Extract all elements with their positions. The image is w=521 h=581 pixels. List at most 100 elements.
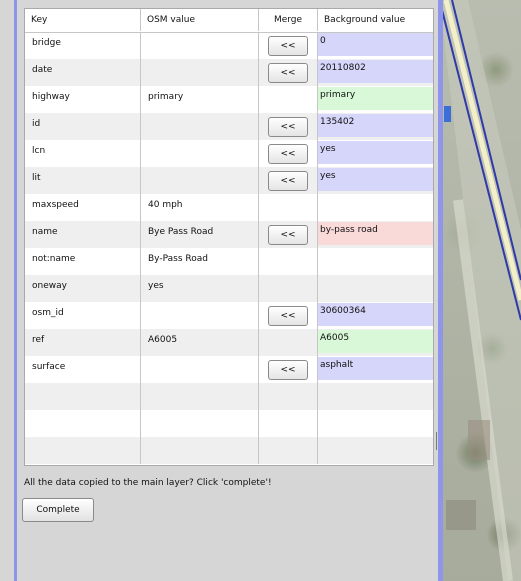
empty-cell [25, 410, 141, 437]
status-message: All the data copied to the main layer? C… [24, 478, 272, 488]
merge-button[interactable]: << [268, 171, 308, 191]
tag-merge-table: Key OSM value Merge Background value bri… [24, 8, 434, 466]
table-row: oneway yes [25, 275, 433, 302]
key-text: surface [32, 362, 66, 372]
key-cell[interactable]: ref [25, 329, 141, 356]
empty-cell [259, 410, 318, 437]
merge-cell: << [259, 140, 318, 167]
osm-value-cell[interactable]: Bye Pass Road [141, 221, 259, 248]
osm-value-text: yes [148, 281, 164, 291]
empty-cell [318, 437, 433, 464]
osm-value-cell[interactable] [141, 32, 259, 59]
key-cell[interactable]: lit [25, 167, 141, 194]
table-row: maxspeed 40 mph [25, 194, 433, 221]
background-value-text: asphalt [320, 360, 354, 370]
key-cell[interactable]: date [25, 59, 141, 86]
merge-button[interactable]: << [268, 63, 308, 83]
merge-button[interactable]: << [268, 117, 308, 137]
merge-cell: << [259, 113, 318, 140]
merge-cell [259, 194, 318, 221]
table-row: date << 20110802 [25, 59, 433, 86]
osm-value-cell[interactable]: primary [141, 86, 259, 113]
background-value-cell[interactable]: 30600364 [318, 302, 433, 329]
table-header: Key OSM value Merge Background value [25, 9, 433, 33]
merge-cell: << [259, 59, 318, 86]
osm-value-cell[interactable]: A6005 [141, 329, 259, 356]
key-cell[interactable]: id [25, 113, 141, 140]
merge-button[interactable]: << [268, 36, 308, 56]
header-merge[interactable]: Merge [259, 9, 318, 31]
key-cell[interactable]: osm_id [25, 302, 141, 329]
empty-cell [141, 383, 259, 410]
merge-button[interactable]: << [268, 360, 308, 380]
key-cell[interactable]: name [25, 221, 141, 248]
key-cell[interactable]: not:name [25, 248, 141, 275]
empty-table-row [25, 383, 433, 410]
background-value-cell[interactable]: by-pass road [318, 221, 433, 248]
osm-value-text: primary [148, 92, 184, 102]
map-view[interactable] [438, 0, 521, 581]
empty-cell [141, 437, 259, 464]
key-cell[interactable]: lcn [25, 140, 141, 167]
empty-cell [318, 410, 433, 437]
merge-button[interactable]: << [268, 144, 308, 164]
background-value-text: 0 [320, 36, 326, 46]
key-text: lcn [32, 146, 46, 156]
osm-value-cell[interactable] [141, 59, 259, 86]
table-row: id << 135402 [25, 113, 433, 140]
key-text: osm_id [32, 308, 64, 318]
header-osm-value[interactable]: OSM value [141, 9, 259, 31]
background-value-cell[interactable]: 20110802 [318, 59, 433, 86]
key-text: lit [32, 173, 41, 183]
osm-value-cell[interactable] [141, 167, 259, 194]
background-value-cell[interactable]: yes [318, 167, 433, 194]
header-background-value[interactable]: Background value [318, 9, 433, 31]
key-cell[interactable]: bridge [25, 32, 141, 59]
merge-cell: << [259, 221, 318, 248]
osm-value-text: A6005 [148, 335, 178, 345]
background-value-cell[interactable] [318, 194, 433, 221]
background-value-cell[interactable]: 135402 [318, 113, 433, 140]
table-row: lit << yes [25, 167, 433, 194]
background-value-cell[interactable] [318, 248, 433, 275]
background-value-cell[interactable]: 0 [318, 32, 433, 59]
key-cell[interactable]: oneway [25, 275, 141, 302]
background-value-cell[interactable] [318, 275, 433, 302]
key-text: date [32, 65, 53, 75]
background-value-cell[interactable]: asphalt [318, 356, 433, 383]
key-cell[interactable]: highway [25, 86, 141, 113]
key-text: oneway [32, 281, 67, 291]
osm-value-cell[interactable] [141, 356, 259, 383]
background-value-cell[interactable]: yes [318, 140, 433, 167]
empty-cell [25, 383, 141, 410]
table-row: lcn << yes [25, 140, 433, 167]
window-edge [14, 0, 17, 581]
osm-value-cell[interactable] [141, 302, 259, 329]
background-value-text: yes [320, 144, 336, 154]
background-value-cell[interactable]: primary [318, 86, 433, 113]
osm-value-cell[interactable] [141, 113, 259, 140]
empty-cell [25, 437, 141, 464]
osm-value-cell[interactable]: By-Pass Road [141, 248, 259, 275]
key-text: highway [32, 92, 70, 102]
merge-panel: Key OSM value Merge Background value bri… [22, 0, 438, 581]
background-value-text: yes [320, 171, 336, 181]
background-value-text: 135402 [320, 117, 355, 127]
background-value-cell[interactable]: A6005 [318, 329, 433, 356]
merge-button[interactable]: << [268, 225, 308, 245]
osm-value-cell[interactable] [141, 140, 259, 167]
key-cell[interactable]: maxspeed [25, 194, 141, 221]
osm-value-cell[interactable]: yes [141, 275, 259, 302]
merge-button[interactable]: << [268, 306, 308, 326]
background-value-text: by-pass road [320, 225, 378, 235]
osm-value-text: 40 mph [148, 200, 183, 210]
osm-value-cell[interactable]: 40 mph [141, 194, 259, 221]
merge-cell: << [259, 32, 318, 59]
key-text: bridge [32, 38, 61, 48]
background-value-text: primary [320, 90, 356, 100]
header-key[interactable]: Key [25, 9, 141, 31]
complete-button[interactable]: Complete [22, 498, 94, 522]
table-body: bridge << 0 date << 20110802 highway primary pri… [25, 32, 433, 464]
empty-cell [259, 383, 318, 410]
key-cell[interactable]: surface [25, 356, 141, 383]
